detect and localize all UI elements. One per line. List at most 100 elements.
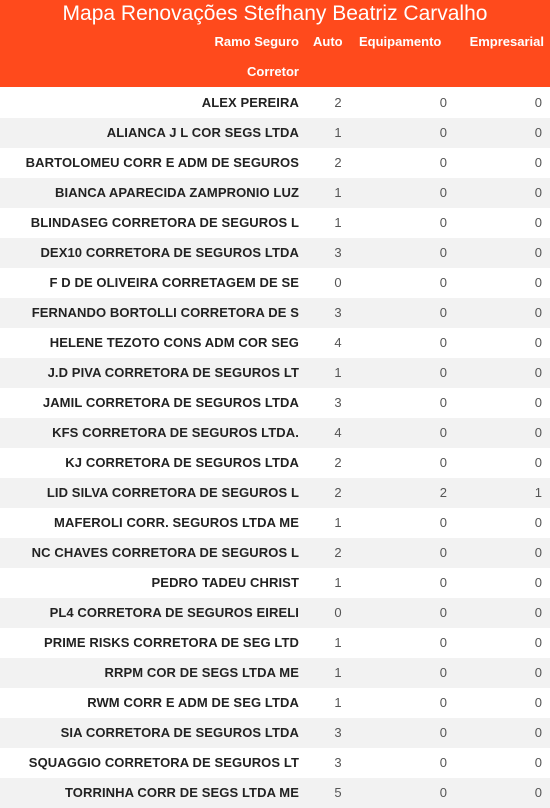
auto-cell: 1 (334, 665, 342, 680)
table-row: KFS CORRETORA DE SEGUROS LTDA. 4 0 0 (0, 418, 550, 448)
corretor-cell: JAMIL CORRETORA DE SEGUROS LTDA (42, 395, 299, 410)
equipamento-cell: 0 (439, 515, 447, 530)
corretor-cell: FERNANDO BORTOLLI CORRETORA DE S (31, 305, 299, 320)
table-row: ALEX PEREIRA 2 0 0 (0, 88, 550, 118)
empresarial-cell: 0 (534, 125, 542, 140)
equipamento-cell: 0 (439, 425, 447, 440)
corretor-cell: LID SILVA CORRETORA DE SEGUROS L (46, 485, 299, 500)
corretor-cell: PEDRO TADEU CHRIST (151, 575, 299, 590)
auto-cell: 4 (334, 425, 342, 440)
empresarial-cell: 0 (534, 635, 542, 650)
table-row: NC CHAVES CORRETORA DE SEGUROS L 2 0 0 (0, 538, 550, 568)
auto-cell: 0 (334, 605, 342, 620)
table-row: J.D PIVA CORRETORA DE SEGUROS LT 1 0 0 (0, 358, 550, 388)
header-corretor: Corretor (246, 64, 299, 79)
corretor-cell: TORRINHA CORR DE SEGS LTDA ME (64, 785, 299, 800)
table-row: PL4 CORRETORA DE SEGUROS EIRELI 0 0 0 (0, 598, 550, 628)
table-row: SIA CORRETORA DE SEGUROS LTDA 3 0 0 (0, 718, 550, 748)
auto-cell: 1 (334, 185, 342, 200)
equipamento-cell: 0 (439, 695, 447, 710)
empresarial-cell: 0 (534, 365, 542, 380)
table-row: FERNANDO BORTOLLI CORRETORA DE S 3 0 0 (0, 298, 550, 328)
empresarial-cell: 0 (534, 305, 542, 320)
empresarial-cell: 0 (534, 425, 542, 440)
page-title: Mapa Renovações Stefhany Beatriz Carvalh… (0, 0, 550, 27)
auto-cell: 2 (334, 455, 342, 470)
empresarial-cell: 0 (534, 785, 542, 800)
corretor-cell: BARTOLOMEU CORR E ADM DE SEGUROS (25, 155, 299, 170)
equipamento-cell: 0 (439, 245, 447, 260)
auto-cell: 1 (334, 365, 342, 380)
table-row: PEDRO TADEU CHRIST 1 0 0 (0, 568, 550, 598)
empresarial-cell: 0 (534, 395, 542, 410)
auto-cell: 5 (334, 785, 342, 800)
equipamento-cell: 0 (439, 95, 447, 110)
empresarial-cell: 0 (534, 185, 542, 200)
equipamento-cell: 0 (439, 785, 447, 800)
equipamento-cell: 0 (439, 455, 447, 470)
corretor-cell: HELENE TEZOTO CONS ADM COR SEG (49, 335, 299, 350)
table-row: TORRINHA CORR DE SEGS LTDA ME 5 0 0 (0, 778, 550, 808)
table-row: KJ CORRETORA DE SEGUROS LTDA 2 0 0 (0, 448, 550, 478)
corretor-cell: NC CHAVES CORRETORA DE SEGUROS L (31, 545, 299, 560)
empresarial-cell: 0 (534, 605, 542, 620)
corretor-cell: PRIME RISKS CORRETORA DE SEG LTD (43, 635, 299, 650)
auto-cell: 1 (334, 215, 342, 230)
auto-cell: 2 (334, 485, 342, 500)
empresarial-cell: 0 (534, 695, 542, 710)
empresarial-cell: 0 (534, 755, 542, 770)
corretor-cell: SIA CORRETORA DE SEGUROS LTDA (60, 725, 299, 740)
equipamento-cell: 0 (439, 665, 447, 680)
equipamento-cell: 0 (439, 575, 447, 590)
corretor-cell: KFS CORRETORA DE SEGUROS LTDA. (52, 425, 299, 440)
corretor-cell: ALEX PEREIRA (201, 95, 299, 110)
corretor-cell: RRPM COR DE SEGS LTDA ME (104, 665, 299, 680)
table-row: RRPM COR DE SEGS LTDA ME 1 0 0 (0, 658, 550, 688)
table-row: DEX10 CORRETORA DE SEGUROS LTDA 3 0 0 (0, 238, 550, 268)
empresarial-cell: 0 (534, 665, 542, 680)
empresarial-cell: 0 (534, 95, 542, 110)
corretor-cell: RWM CORR E ADM DE SEG LTDA (87, 695, 299, 710)
corretor-cell: DEX10 CORRETORA DE SEGUROS LTDA (40, 245, 299, 260)
table-row: SQUAGGIO CORRETORA DE SEGUROS LT 3 0 0 (0, 748, 550, 778)
empresarial-cell: 0 (534, 215, 542, 230)
empresarial-cell: 0 (534, 335, 542, 350)
header-equipamento: Equipamento (359, 34, 442, 49)
corretor-cell: PL4 CORRETORA DE SEGUROS EIRELI (49, 605, 299, 620)
equipamento-cell: 0 (439, 725, 447, 740)
auto-cell: 1 (334, 125, 342, 140)
auto-cell: 4 (334, 335, 342, 350)
equipamento-cell: 0 (439, 185, 447, 200)
table-row: RWM CORR E ADM DE SEG LTDA 1 0 0 (0, 688, 550, 718)
table-body: ALEX PEREIRA 2 0 0 ALIANCA J L COR SEGS LTDA… (0, 88, 550, 808)
corretor-cell: KJ CORRETORA DE SEGUROS LTDA (65, 455, 299, 470)
auto-cell: 1 (334, 575, 342, 590)
empresarial-cell: 0 (534, 245, 542, 260)
table-row: MAFEROLI CORR. SEGUROS LTDA ME 1 0 0 (0, 508, 550, 538)
table-row: LID SILVA CORRETORA DE SEGUROS L 2 2 1 (0, 478, 550, 508)
corretor-cell: MAFEROLI CORR. SEGUROS LTDA ME (54, 515, 299, 530)
equipamento-cell: 0 (439, 545, 447, 560)
corretor-cell: F D DE OLIVEIRA CORRETAGEM DE SE (49, 275, 299, 290)
empresarial-cell: 0 (534, 515, 542, 530)
header-empresarial: Empresarial (469, 34, 544, 49)
corretor-cell: ALIANCA J L COR SEGS LTDA (106, 125, 299, 140)
equipamento-cell: 2 (439, 485, 447, 500)
table-row: BLINDASEG CORRETORA DE SEGUROS L 1 0 0 (0, 208, 550, 238)
corretor-cell: BLINDASEG CORRETORA DE SEGUROS L (30, 215, 299, 230)
empresarial-cell: 0 (534, 455, 542, 470)
equipamento-cell: 0 (439, 155, 447, 170)
auto-cell: 3 (334, 395, 342, 410)
auto-cell: 3 (334, 725, 342, 740)
equipamento-cell: 0 (439, 635, 447, 650)
auto-cell: 1 (334, 515, 342, 530)
empresarial-cell: 1 (534, 485, 542, 500)
corretor-cell: BIANCA APARECIDA ZAMPRONIO LUZ (55, 185, 299, 200)
auto-cell: 0 (334, 275, 342, 290)
equipamento-cell: 0 (439, 755, 447, 770)
corretor-cell: SQUAGGIO CORRETORA DE SEGUROS LT (28, 755, 299, 770)
table-header: Ramo Seguro Auto Equipamento Empresarial… (0, 27, 550, 87)
equipamento-cell: 0 (439, 335, 447, 350)
empresarial-cell: 0 (534, 575, 542, 590)
table-row: BARTOLOMEU CORR E ADM DE SEGUROS 2 0 0 (0, 148, 550, 178)
